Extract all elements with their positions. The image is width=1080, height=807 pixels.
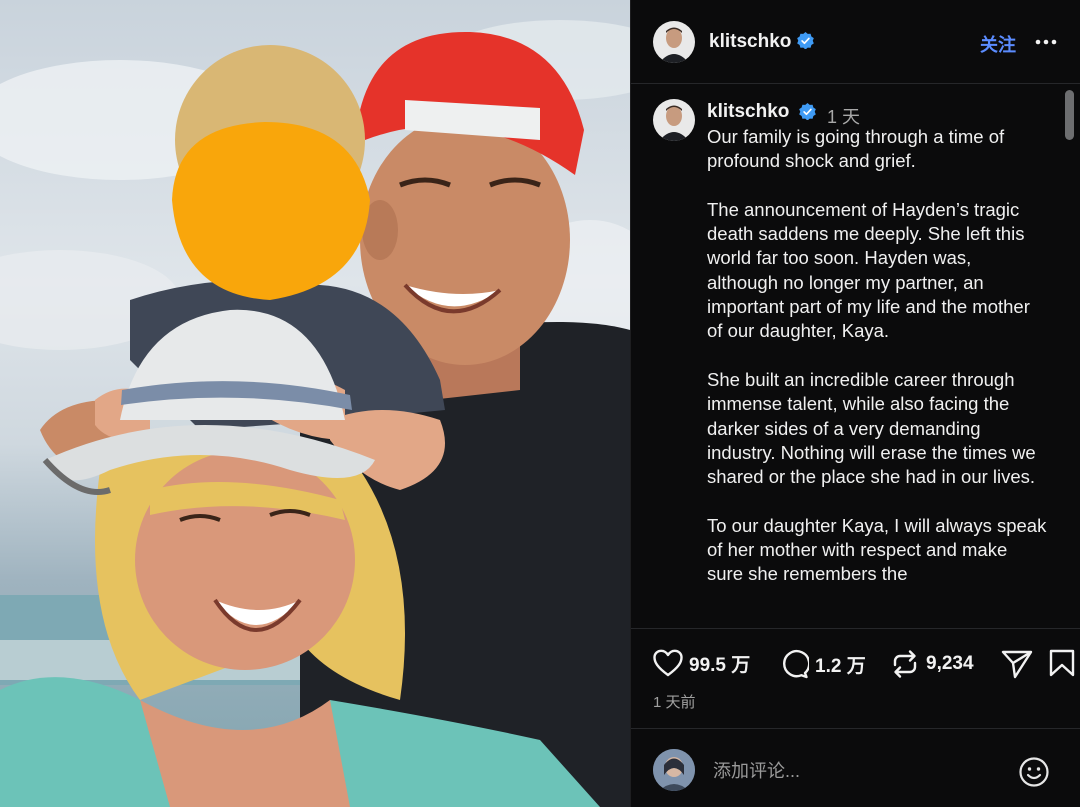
repost-count: 9,234 [926, 653, 974, 674]
comment-composer [631, 728, 1080, 807]
photo-illustration [0, 20, 630, 807]
post-caption: klitschko 1 天 Our family is going throug… [631, 85, 1061, 628]
verified-badge-icon [799, 103, 816, 125]
post-header: klitschko 关注 [631, 0, 1080, 84]
caption-paragraph: To our daughter Kaya, I will always spea… [707, 514, 1047, 585]
caption-scrollbar[interactable] [1062, 86, 1074, 628]
caption-username[interactable]: klitschko [707, 101, 789, 123]
author-username[interactable]: klitschko [709, 31, 791, 53]
share-button[interactable] [1001, 649, 1033, 679]
caption-text: Our family is going through a time of pr… [707, 125, 1047, 611]
comment-input[interactable] [713, 757, 1003, 785]
face-blur-overlay [172, 122, 370, 300]
author-avatar[interactable] [653, 20, 695, 63]
save-button[interactable] [1049, 649, 1075, 677]
like-count: 99.5 万 [689, 654, 751, 676]
repost-icon [893, 650, 917, 678]
bookmark-icon [1049, 649, 1075, 677]
caption-paragraph: She built an incredible career through i… [707, 368, 1036, 488]
viewer-avatar[interactable] [653, 749, 695, 791]
ellipsis-icon[interactable] [1034, 30, 1058, 54]
caption-scrollbar-thumb[interactable] [1065, 90, 1074, 140]
caption-paragraph: Our family is going through a time of pr… [707, 126, 1005, 172]
comment-count: 1.2 万 [815, 655, 866, 677]
comment-bubble-icon [783, 650, 809, 679]
send-icon [1001, 650, 1033, 679]
caption-author-avatar[interactable] [653, 99, 695, 141]
heart-icon [653, 649, 683, 677]
post-sidebar: klitschko 关注 klitschko 1 天 Our family is… [630, 0, 1080, 807]
post-photo[interactable] [0, 0, 630, 807]
post-actions: 99.5 万 1.2 万 9,234 1 天前 [631, 628, 1080, 728]
like-button[interactable]: 99.5 万 [653, 649, 750, 677]
comment-button[interactable]: 1.2 万 [779, 649, 866, 679]
repost-button[interactable]: 9,234 [890, 649, 974, 679]
verified-badge-icon [791, 31, 815, 52]
post-time-ago[interactable]: 1 天前 [653, 691, 696, 712]
caption-paragraph: The announcement of Hayden’s tragic deat… [707, 198, 1030, 342]
smiley-icon[interactable] [1018, 756, 1050, 788]
follow-button[interactable]: 关注 [980, 31, 1016, 57]
